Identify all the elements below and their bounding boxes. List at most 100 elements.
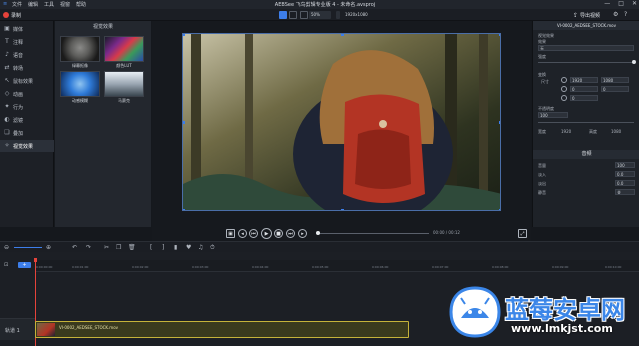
marker-icon[interactable]: ▮ <box>174 244 177 251</box>
zoom-in-icon[interactable]: ⊕ <box>46 244 51 251</box>
sidebar-item-transition[interactable]: ⇄ 转场 <box>0 62 54 74</box>
width-field[interactable]: 1920 <box>570 77 598 83</box>
copy-icon[interactable]: ❐ <box>116 244 121 251</box>
split-end-icon[interactable]: ] <box>162 244 164 251</box>
opacity-slider-track[interactable] <box>538 122 634 123</box>
menu-help[interactable]: 帮助 <box>76 1 86 8</box>
sidebar-item-label: 语音 <box>13 52 24 59</box>
sidebar-item-cursor[interactable]: ↖ 鼠标效果 <box>0 75 54 87</box>
fullscreen-icon[interactable]: ⤢ <box>518 229 527 238</box>
resize-handle[interactable] <box>183 34 185 36</box>
playback-scrubber[interactable] <box>317 233 429 234</box>
annotation-icon: T <box>5 38 9 45</box>
timeline-ruler[interactable]: 0:00:00:00 0:00:01:00 0:00:02:00 0:00:03… <box>35 260 639 272</box>
sidebar-item-overlay[interactable]: ❏ 叠加 <box>0 127 54 139</box>
intensity-slider-track[interactable] <box>538 62 634 63</box>
close-button[interactable]: ✕ <box>632 0 637 9</box>
size-dial-icon[interactable] <box>561 77 567 83</box>
select-tool-icon[interactable] <box>279 11 287 19</box>
sidebar-item-visual-effect[interactable]: ✧ 视觉效果 <box>0 140 54 152</box>
menu-tools[interactable]: 工具 <box>44 1 54 8</box>
resize-handle[interactable] <box>183 121 185 124</box>
audio-field[interactable]: 0.0 <box>615 171 635 177</box>
add-track-button[interactable]: + <box>18 262 31 268</box>
effect-thumb-green-screen[interactable] <box>60 36 100 62</box>
video-clip[interactable]: VI-0002_AEDSEE_STOCK.mov <box>35 321 409 338</box>
scrubber-handle[interactable] <box>316 231 320 235</box>
resize-handle[interactable] <box>341 34 344 36</box>
resize-handle[interactable] <box>341 209 344 210</box>
sidebar-item-annotation[interactable]: T 注释 <box>0 36 54 48</box>
audio-field[interactable]: 100 <box>615 162 635 168</box>
delete-icon[interactable]: 🗑 <box>128 244 136 251</box>
visual-effect-icon: ✧ <box>4 142 10 149</box>
settings-gear-icon[interactable]: ⚙ <box>613 11 621 19</box>
minimize-button[interactable]: — <box>604 0 610 9</box>
menu-file[interactable]: 文件 <box>12 1 22 8</box>
menu-view[interactable]: 视窗 <box>60 1 70 8</box>
forward-button[interactable]: ⏭ <box>286 229 295 238</box>
speed-icon[interactable]: ⏱ <box>210 244 215 252</box>
resize-handle[interactable] <box>183 209 185 210</box>
sidebar-item-voice[interactable]: ♪ 语音 <box>0 49 54 61</box>
undo-icon[interactable]: ↶ <box>72 244 77 251</box>
resize-handle[interactable] <box>499 121 500 124</box>
sidebar-item-label: 滤镜 <box>13 117 24 124</box>
resize-handle[interactable] <box>499 34 500 36</box>
help-icon[interactable]: ? <box>624 11 632 19</box>
resolution-label[interactable]: 1920x1080 <box>345 11 371 19</box>
crop-tool-icon[interactable] <box>300 11 308 19</box>
zoom-out-icon[interactable]: ⊖ <box>4 244 9 251</box>
ruler-tick: 0:00:05:00 <box>312 265 329 269</box>
sidebar-item-filter[interactable]: ◐ 滤镜 <box>0 114 54 126</box>
zoom-dropdown-icon[interactable] <box>336 11 340 19</box>
maximize-button[interactable]: □ <box>618 0 624 9</box>
zoom-select[interactable]: 50% <box>309 11 331 19</box>
sidebar-item-label: 动画 <box>13 91 24 98</box>
prev-frame-button[interactable]: ◂ <box>238 229 247 238</box>
redo-icon[interactable]: ↷ <box>86 244 91 251</box>
audio-section-title: 音频 <box>533 150 639 159</box>
export-button[interactable]: ⇪ 导出视频 <box>573 11 609 19</box>
split-start-icon[interactable]: [ <box>150 244 152 251</box>
y-field[interactable]: 0 <box>601 86 629 92</box>
audio-field[interactable]: 关 <box>615 189 635 195</box>
favorite-icon[interactable]: ♥ <box>186 244 191 251</box>
height-field[interactable]: 1080 <box>601 77 629 83</box>
snapshot-icon[interactable]: ▣ <box>226 229 235 238</box>
rotation-dial-icon[interactable] <box>561 95 567 101</box>
ruler-tick: 0:00:10:00 <box>605 265 622 269</box>
media-icon: ▣ <box>4 25 10 32</box>
record-button[interactable]: 录制 <box>3 11 35 19</box>
play-button[interactable]: ▶ <box>261 228 272 239</box>
video-frame-image <box>183 34 500 210</box>
effect-thumb-motion-blur[interactable] <box>60 71 100 97</box>
pan-tool-icon[interactable] <box>289 11 297 19</box>
effect-select[interactable]: 无 <box>538 45 634 51</box>
playhead-handle[interactable] <box>34 258 37 262</box>
cut-icon[interactable]: ✂ <box>104 244 109 251</box>
sidebar-item-media[interactable]: ▣ 媒体 <box>0 23 54 35</box>
audio-label: 音量 <box>538 163 546 168</box>
rewind-button[interactable]: ⏮ <box>249 229 258 238</box>
menu-edit[interactable]: 编辑 <box>28 1 38 8</box>
audio-field[interactable]: 0.0 <box>615 180 635 186</box>
rotation-field[interactable]: 0 <box>570 95 598 101</box>
width-label: 宽度 <box>538 129 546 134</box>
filter-icon: ◐ <box>4 116 10 123</box>
intensity-slider-thumb[interactable] <box>632 60 636 64</box>
opacity-field[interactable]: 100 <box>538 112 568 118</box>
x-field[interactable]: 0 <box>570 86 598 92</box>
next-frame-button[interactable]: ▸ <box>298 229 307 238</box>
audio-detach-icon[interactable]: ♫ <box>198 244 203 251</box>
stop-button[interactable]: ■ <box>274 229 283 238</box>
track-lock-icon[interactable]: ⊡ <box>4 262 12 268</box>
sidebar-item-animation[interactable]: ◇ 动画 <box>0 88 54 100</box>
timeline-zoom-slider[interactable] <box>14 247 42 248</box>
position-dial-icon[interactable] <box>561 86 567 92</box>
sidebar-item-behavior[interactable]: ✦ 行为 <box>0 101 54 113</box>
resize-handle[interactable] <box>499 209 500 210</box>
video-canvas[interactable] <box>182 33 501 211</box>
effect-thumb-color-lut[interactable] <box>104 36 144 62</box>
effect-thumb-mosaic[interactable] <box>104 71 144 97</box>
